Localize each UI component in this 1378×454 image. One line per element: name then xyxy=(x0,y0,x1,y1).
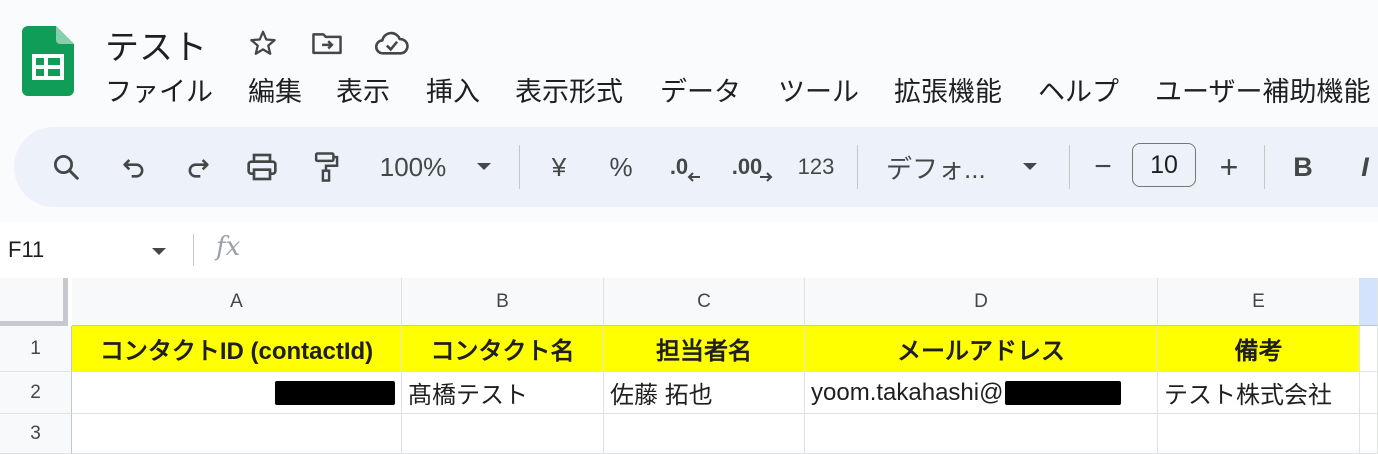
cell-e1[interactable]: 備考 xyxy=(1158,326,1360,372)
menu-edit[interactable]: 編集 xyxy=(248,70,302,109)
search-menus-icon[interactable] xyxy=(48,127,84,207)
toolbar-divider xyxy=(519,145,520,189)
spreadsheet-grid: A B C D E 1 2 3 コンタクトID (contactId) コンタク… xyxy=(0,278,1378,454)
redacted-contact-id xyxy=(275,380,395,405)
row-header-1[interactable]: 1 xyxy=(0,326,72,372)
row-header-3[interactable]: 3 xyxy=(0,414,72,454)
cell-c2[interactable]: 佐藤 拓也 xyxy=(604,372,805,414)
zoom-value[interactable]: 100% xyxy=(374,127,452,207)
menu-insert[interactable]: 挿入 xyxy=(426,70,480,109)
zoom-dropdown-icon[interactable] xyxy=(472,127,496,207)
redacted-email-domain xyxy=(1005,380,1122,405)
more-formats-button[interactable]: 123 xyxy=(792,127,840,207)
increase-decimal-button[interactable]: .00 xyxy=(728,127,778,207)
name-box[interactable]: F11 xyxy=(8,222,44,278)
document-title[interactable]: テスト xyxy=(105,20,207,69)
undo-icon[interactable] xyxy=(116,127,152,207)
column-header-a[interactable]: A xyxy=(72,278,402,326)
fx-icon: fx xyxy=(216,232,241,262)
column-header-c[interactable]: C xyxy=(604,278,805,326)
cell-f3[interactable] xyxy=(1360,414,1378,454)
cell-b1[interactable]: コンタクト名 xyxy=(402,326,604,372)
redo-icon[interactable] xyxy=(180,127,216,207)
cell-e2[interactable]: テスト株式会社 xyxy=(1158,372,1360,414)
increase-font-size-button[interactable]: + xyxy=(1214,127,1244,207)
menu-format[interactable]: 表示形式 xyxy=(515,70,623,109)
arrow-right-icon xyxy=(760,172,773,182)
cell-d2[interactable]: yoom.takahashi@ xyxy=(805,372,1158,414)
decrease-font-size-button[interactable]: − xyxy=(1088,127,1118,207)
column-header-b[interactable]: B xyxy=(402,278,604,326)
toolbar-divider xyxy=(857,145,858,189)
star-icon[interactable] xyxy=(248,28,278,58)
cell-a3[interactable] xyxy=(72,414,402,454)
bold-button[interactable]: B xyxy=(1288,127,1318,207)
paint-format-icon[interactable] xyxy=(308,127,344,207)
formula-bar: F11 fx xyxy=(0,222,1378,278)
cell-f1[interactable] xyxy=(1360,326,1378,372)
toolbar: 100% ¥ % .0 .00 123 デフォ... − 10 + B I xyxy=(14,127,1378,207)
column-header-e[interactable]: E xyxy=(1158,278,1360,326)
move-folder-icon[interactable] xyxy=(311,28,342,58)
toolbar-divider xyxy=(1069,145,1070,189)
menu-file[interactable]: ファイル xyxy=(105,70,213,109)
cell-b2[interactable]: 髙橋テスト xyxy=(402,372,604,414)
italic-button[interactable]: I xyxy=(1350,127,1378,207)
cell-b3[interactable] xyxy=(402,414,604,454)
print-icon[interactable] xyxy=(244,127,280,207)
cloud-saved-icon[interactable] xyxy=(374,28,409,58)
menu-view[interactable]: 表示 xyxy=(336,70,390,109)
column-header-d[interactable]: D xyxy=(805,278,1158,326)
row-header-2[interactable]: 2 xyxy=(0,372,72,414)
cell-c3[interactable] xyxy=(604,414,805,454)
cell-d3[interactable] xyxy=(805,414,1158,454)
decrease-decimal-button[interactable]: .0 xyxy=(664,127,708,207)
toolbar-divider xyxy=(1264,145,1265,189)
font-family-select[interactable]: デフォ... xyxy=(886,127,996,207)
cell-d1[interactable]: メールアドレス xyxy=(805,326,1158,372)
cell-e3[interactable] xyxy=(1158,414,1360,454)
cell-c1[interactable]: 担当者名 xyxy=(604,326,805,372)
cell-f2[interactable] xyxy=(1360,372,1378,414)
arrow-left-icon xyxy=(687,172,701,182)
font-size-input[interactable]: 10 xyxy=(1132,143,1196,187)
select-all-corner[interactable] xyxy=(0,278,68,326)
menu-help[interactable]: ヘルプ xyxy=(1038,70,1119,109)
cell-a2[interactable] xyxy=(72,372,402,414)
email-local-part: yoom.takahashi@ xyxy=(811,378,1004,406)
menu-tools[interactable]: ツール xyxy=(778,70,859,109)
menu-extensions[interactable]: 拡張機能 xyxy=(894,70,1002,109)
sheets-logo-icon[interactable] xyxy=(22,26,74,96)
menu-accessibility[interactable]: ユーザー補助機能 xyxy=(1155,70,1370,109)
column-header-f[interactable] xyxy=(1360,278,1378,326)
font-dropdown-icon[interactable] xyxy=(1018,127,1042,207)
formula-bar-divider xyxy=(193,234,194,266)
cell-a1[interactable]: コンタクトID (contactId) xyxy=(72,326,402,372)
currency-format-button[interactable]: ¥ xyxy=(544,127,574,207)
percent-format-button[interactable]: % xyxy=(606,127,636,207)
name-box-dropdown-icon[interactable] xyxy=(150,244,168,262)
menu-data[interactable]: データ xyxy=(660,70,741,109)
